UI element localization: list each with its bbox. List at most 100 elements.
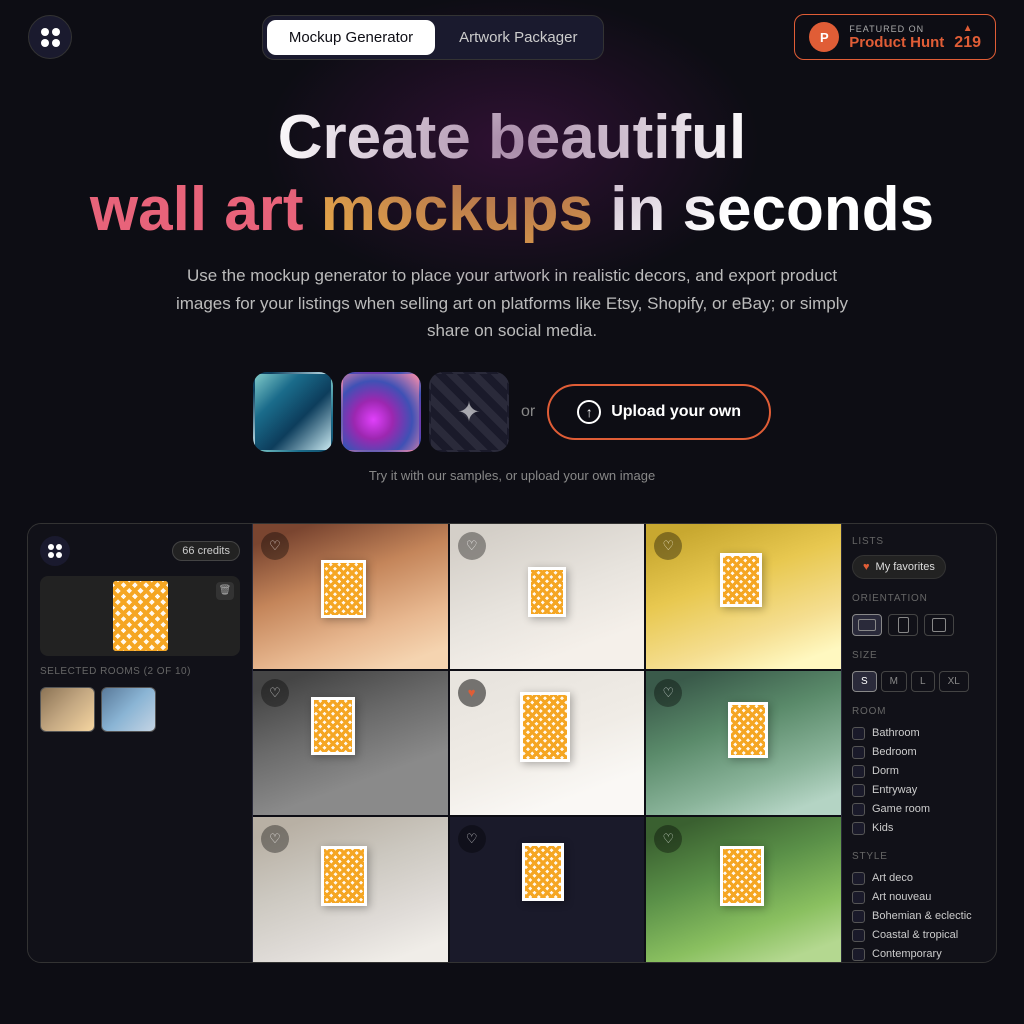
grid-cell-8[interactable]: ♡	[646, 817, 841, 962]
orientation-portrait-button[interactable]	[888, 614, 918, 636]
bathroom-checkbox[interactable]	[852, 727, 865, 740]
artdeco-label: Art deco	[872, 872, 913, 884]
sidebar-logo-dot	[48, 544, 54, 550]
grid-cell-2[interactable]: ♡	[646, 524, 841, 669]
bohemian-checkbox[interactable]	[852, 910, 865, 923]
grid-cell-5[interactable]: ♡	[646, 671, 841, 816]
artwork-inner-6	[324, 849, 364, 903]
logo[interactable]	[28, 15, 72, 59]
kids-checkbox[interactable]	[852, 822, 865, 835]
sample-image-2[interactable]	[341, 372, 421, 452]
favorite-button-5[interactable]: ♡	[654, 679, 682, 707]
style-artnouveau[interactable]: Art nouveau	[852, 889, 986, 906]
product-hunt-badge[interactable]: P FEATURED ON Product Hunt ▲ 219	[794, 14, 996, 60]
size-xl-button[interactable]: XL	[939, 671, 969, 692]
kids-label: Kids	[872, 822, 893, 834]
hero-title-line1: Create beautiful	[20, 104, 1004, 172]
samples-row: or ↑ Upload your own	[20, 372, 1004, 452]
room-kids[interactable]: Kids	[852, 820, 986, 837]
room-dorm[interactable]: Dorm	[852, 763, 986, 780]
artwork-frame-1	[528, 567, 566, 617]
product-hunt-number: 219	[954, 34, 981, 52]
gameroom-checkbox[interactable]	[852, 803, 865, 816]
portrait-icon	[898, 617, 909, 633]
tab-artwork-packager[interactable]: Artwork Packager	[437, 20, 599, 55]
style-bohemian[interactable]: Bohemian & eclectic	[852, 908, 986, 925]
product-hunt-logo: P	[809, 22, 839, 52]
orientation-label: ORIENTATION	[852, 593, 986, 604]
nav-tabs: Mockup Generator Artwork Packager	[262, 15, 605, 60]
lists-label: LISTS	[852, 536, 986, 547]
credits-badge: 66 credits	[172, 541, 240, 561]
grid-cell-0[interactable]: ♡	[253, 524, 448, 669]
bedroom-label: Bedroom	[872, 746, 917, 758]
room-label: ROOM	[852, 706, 986, 717]
artdeco-checkbox[interactable]	[852, 872, 865, 885]
my-favorites-button[interactable]: ♥ My favorites	[852, 555, 946, 579]
upload-icon: ↑	[577, 400, 601, 424]
room-bedroom[interactable]: Bedroom	[852, 744, 986, 761]
product-hunt-text: FEATURED ON Product Hunt	[849, 24, 944, 51]
grid-cell-4[interactable]: ♥	[450, 671, 645, 816]
bohemian-label: Bohemian & eclectic	[872, 910, 972, 922]
style-artdeco[interactable]: Art deco	[852, 870, 986, 887]
room-entryway[interactable]: Entryway	[852, 782, 986, 799]
grid-cell-7[interactable]: ♡	[450, 817, 645, 962]
artwork-frame-3	[311, 697, 355, 755]
favorite-button-6[interactable]: ♡	[261, 825, 289, 853]
product-hunt-featured-label: FEATURED ON	[849, 24, 944, 34]
dorm-label: Dorm	[872, 765, 899, 777]
artnouveau-label: Art nouveau	[872, 891, 931, 903]
favorite-button-3[interactable]: ♡	[261, 679, 289, 707]
coastal-label: Coastal & tropical	[872, 929, 958, 941]
mockup-grid: ♡ ♡ ♡ ♡	[253, 524, 841, 962]
favorite-button-1[interactable]: ♡	[458, 532, 486, 560]
contemporary-checkbox[interactable]	[852, 948, 865, 961]
room-gameroom[interactable]: Game room	[852, 801, 986, 818]
room-bathroom[interactable]: Bathroom	[852, 725, 986, 742]
artwork-frame-6	[321, 846, 367, 906]
size-s-button[interactable]: S	[852, 671, 877, 692]
square-icon	[932, 618, 946, 632]
hero-word-in-seconds: in seconds	[610, 175, 934, 244]
entryway-checkbox[interactable]	[852, 784, 865, 797]
style-coastal[interactable]: Coastal & tropical	[852, 927, 986, 944]
artwork-inner-3	[314, 700, 352, 752]
grid-cell-6[interactable]: ♡	[253, 817, 448, 962]
my-favorites-label: My favorites	[876, 561, 935, 573]
size-m-button[interactable]: M	[881, 671, 907, 692]
favorite-button-2[interactable]: ♡	[654, 532, 682, 560]
bathroom-label: Bathroom	[872, 727, 920, 739]
tab-mockup-generator[interactable]: Mockup Generator	[267, 20, 435, 55]
artwork-inner-1	[531, 570, 563, 614]
sample-image-1[interactable]	[253, 372, 333, 452]
bedroom-checkbox[interactable]	[852, 746, 865, 759]
contemporary-label: Contemporary	[872, 948, 942, 960]
favorite-button-7[interactable]: ♡	[458, 825, 486, 853]
sample-image-3[interactable]	[429, 372, 509, 452]
right-sidebar: LISTS ♥ My favorites ORIENTATION	[841, 524, 996, 962]
artwork-inner-0	[324, 563, 363, 615]
favorite-button-0[interactable]: ♡	[261, 532, 289, 560]
artwork-frame-4	[520, 692, 570, 762]
size-l-button[interactable]: L	[911, 671, 935, 692]
artnouveau-checkbox[interactable]	[852, 891, 865, 904]
coastal-checkbox[interactable]	[852, 929, 865, 942]
orientation-landscape-button[interactable]	[852, 614, 882, 636]
orientation-square-button[interactable]	[924, 614, 954, 636]
delete-artwork-button[interactable]: 🗑	[216, 582, 234, 600]
upload-button[interactable]: ↑ Upload your own	[547, 384, 771, 440]
app-window: 66 credits 🗑 SELECTED ROOMS (2 OF 10) ♡	[27, 523, 997, 963]
grid-cell-1[interactable]: ♡	[450, 524, 645, 669]
grid-cell-3[interactable]: ♡	[253, 671, 448, 816]
orientation-section: ORIENTATION	[852, 593, 986, 636]
style-contemporary[interactable]: Contemporary	[852, 946, 986, 962]
room-thumbnail-2[interactable]	[101, 687, 156, 732]
upload-button-label: Upload your own	[611, 403, 741, 421]
heart-icon: ♥	[863, 561, 870, 573]
favorite-button-4[interactable]: ♥	[458, 679, 486, 707]
room-thumbnail-1[interactable]	[40, 687, 95, 732]
favorite-button-8[interactable]: ♡	[654, 825, 682, 853]
dorm-checkbox[interactable]	[852, 765, 865, 778]
size-buttons: S M L XL	[852, 671, 986, 692]
